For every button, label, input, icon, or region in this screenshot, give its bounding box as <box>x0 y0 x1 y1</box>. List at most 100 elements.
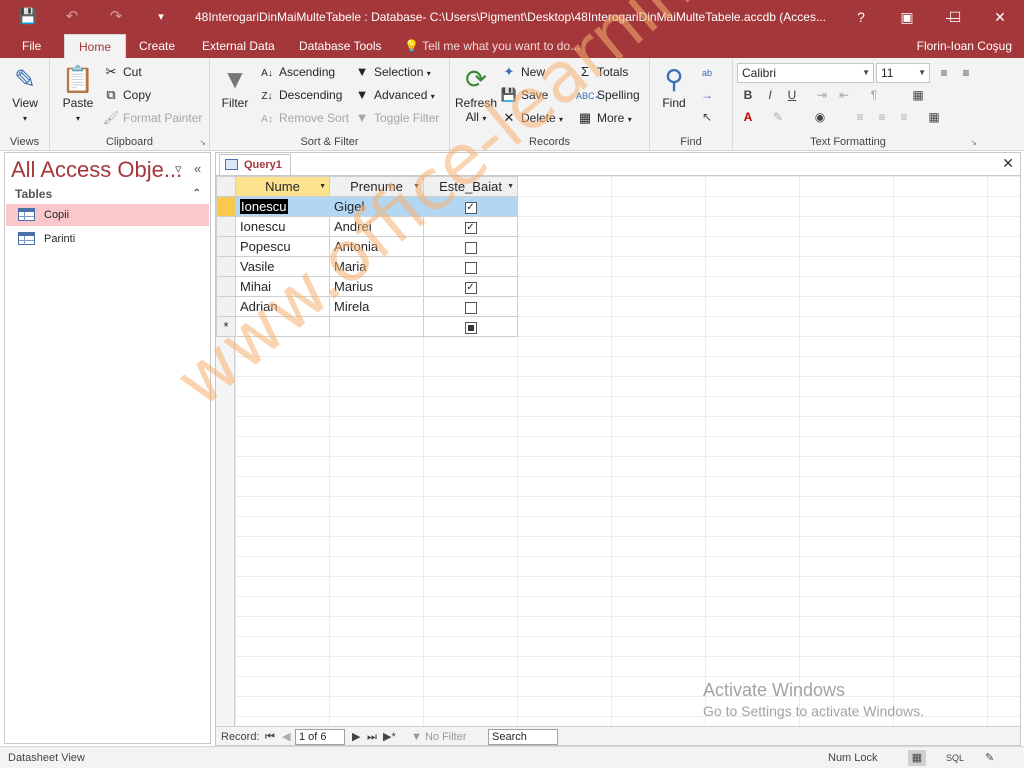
nav-pane-title[interactable]: All Access Obje... <box>11 157 182 183</box>
chevron-down-icon[interactable]: ▼ <box>319 183 326 190</box>
tab-query1[interactable]: Query1 <box>219 154 291 176</box>
tab-home[interactable]: Home <box>64 34 127 58</box>
checkbox-este-baiat[interactable] <box>464 301 477 314</box>
next-record-icon[interactable]: ▶ <box>352 729 360 745</box>
tab-external-data[interactable]: External Data <box>188 34 289 58</box>
restore-icon[interactable]: ☐ <box>940 5 970 29</box>
row-selector[interactable] <box>216 236 236 257</box>
table-row[interactable]: Adrian Mirela <box>216 296 518 317</box>
alt-row-color-icon[interactable]: ▦ <box>925 108 943 126</box>
totals-button[interactable]: Σ Totals <box>576 63 628 81</box>
first-record-icon[interactable]: ⏮ <box>265 729 275 745</box>
column-header-prenume[interactable]: Prenume ▼ <box>329 176 424 197</box>
cell-prenume[interactable]: Gigel <box>329 196 424 217</box>
paragraph-icon[interactable]: ¶ <box>865 86 883 104</box>
cell-prenume[interactable]: Maria <box>329 256 424 277</box>
remove-sort-button[interactable]: A↕ Remove Sort <box>258 109 349 129</box>
column-header-este-baiat[interactable]: Este_Baiat ▼ <box>423 176 518 197</box>
cell-nume[interactable]: Popescu <box>235 236 330 257</box>
chevron-down-icon[interactable]: ▼ <box>507 183 514 190</box>
replace-icon[interactable]: ab <box>698 64 716 82</box>
bold-button[interactable]: B <box>739 86 757 104</box>
nav-item-copii[interactable]: Copii <box>6 204 209 226</box>
checkbox-este-baiat[interactable]: ✓ <box>464 221 477 234</box>
nav-menu-icon[interactable]: ▿ <box>175 161 182 177</box>
shutter-bar-icon[interactable]: « <box>194 161 201 176</box>
row-selector[interactable] <box>216 296 236 317</box>
cell-prenume[interactable]: Marius <box>329 276 424 297</box>
checkbox-new-indeterminate[interactable] <box>464 321 477 334</box>
user-name[interactable]: Florin-Ioan Coşug <box>917 34 1012 58</box>
align-left-icon[interactable]: ≡ <box>851 108 869 126</box>
close-window-icon[interactable]: ✕ <box>985 5 1015 29</box>
view-button[interactable]: ✎ View ▾ <box>8 62 42 126</box>
previous-record-icon[interactable]: ◀ <box>282 729 290 745</box>
table-row[interactable]: Ionescu Gigel ✓ <box>216 196 518 217</box>
fill-color-icon[interactable]: ◉ <box>811 108 829 126</box>
font-size-select[interactable]: 11 ▼ <box>876 63 930 83</box>
cell-prenume[interactable]: Andrei <box>329 216 424 237</box>
cell-este-baiat[interactable] <box>423 316 518 337</box>
font-color-icon[interactable]: A <box>739 108 757 126</box>
tab-create[interactable]: Create <box>125 34 189 58</box>
cell-este-baiat[interactable] <box>423 236 518 257</box>
indent-icon[interactable]: ⇥ <box>813 86 831 104</box>
column-header-nume[interactable]: Nume ▼ <box>235 176 330 197</box>
spelling-button[interactable]: ABC✓Spelling <box>576 86 640 105</box>
numbering-icon[interactable]: ≡ <box>935 64 953 82</box>
search-input[interactable]: Search <box>488 729 558 745</box>
cell-este-baiat[interactable] <box>423 256 518 277</box>
new-record-marker[interactable]: * <box>216 316 236 337</box>
cell-este-baiat[interactable] <box>423 296 518 317</box>
sql-view-button[interactable]: SQL <box>946 750 964 766</box>
cell-nume[interactable] <box>235 316 330 337</box>
row-selector[interactable] <box>216 256 236 277</box>
close-object-icon[interactable]: ✕ <box>1002 155 1014 172</box>
undo-icon[interactable]: ↶ <box>61 7 83 27</box>
cell-nume[interactable]: Mihai <box>235 276 330 297</box>
ascending-button[interactable]: A↓ Ascending <box>258 63 335 83</box>
new-record-nav-icon[interactable]: ▶* <box>383 729 396 745</box>
dialog-launcher-icon[interactable]: ↘ <box>970 138 977 147</box>
no-filter-button[interactable]: ▼ No Filter <box>411 729 467 745</box>
selection-button[interactable]: ▼ Selection ▾ <box>353 63 431 83</box>
cell-nume[interactable]: Ionescu <box>235 216 330 237</box>
checkbox-este-baiat[interactable] <box>464 241 477 254</box>
cell-este-baiat[interactable]: ✓ <box>423 216 518 237</box>
find-button[interactable]: ⚲ Find <box>656 62 692 110</box>
cut-button[interactable]: ✂ Cut <box>102 63 142 81</box>
italic-button[interactable]: I <box>761 86 779 104</box>
cell-este-baiat[interactable]: ✓ <box>423 196 518 217</box>
advanced-button[interactable]: ▼ Advanced ▾ <box>353 86 435 106</box>
ribbon-display-icon[interactable]: ▣ <box>892 5 922 29</box>
delete-record-button[interactable]: ✕ Delete ▾ <box>500 109 564 129</box>
new-record-button[interactable]: ✦ New <box>500 63 545 81</box>
dialog-launcher-icon[interactable]: ↘ <box>199 138 206 147</box>
current-record-field[interactable]: 1 of 6 <box>295 729 345 745</box>
cell-este-baiat[interactable]: ✓ <box>423 276 518 297</box>
tell-me-box[interactable]: 💡 Tell me what you want to do... <box>404 34 580 58</box>
copy-button[interactable]: ⧉ Copy <box>102 86 151 104</box>
save-icon[interactable]: 💾 <box>17 7 39 27</box>
design-view-icon[interactable]: ✎ <box>985 750 994 766</box>
more-button[interactable]: ▦ More ▾ <box>576 109 632 129</box>
cell-nume[interactable]: Vasile <box>235 256 330 277</box>
table-row[interactable]: Popescu Antonia <box>216 236 518 257</box>
cell-prenume[interactable]: Mirela <box>329 296 424 317</box>
goto-icon[interactable]: → <box>698 86 716 104</box>
gridlines-icon[interactable]: ▦ <box>909 86 927 104</box>
align-center-icon[interactable]: ≡ <box>873 108 891 126</box>
nav-item-parinti[interactable]: Parinti <box>6 228 209 250</box>
outdent-icon[interactable]: ⇤ <box>835 86 853 104</box>
select-icon[interactable]: ↖ <box>698 108 716 126</box>
table-row[interactable]: Ionescu Andrei ✓ <box>216 216 518 237</box>
chevron-down-icon[interactable]: ▼ <box>413 183 420 190</box>
nav-section-tables[interactable]: Tables ⌃ <box>6 185 209 203</box>
table-row[interactable]: Vasile Maria <box>216 256 518 277</box>
save-record-button[interactable]: 💾 Save <box>500 86 548 104</box>
redo-icon[interactable]: ↷ <box>105 7 127 27</box>
customize-qat-icon[interactable]: ▾ <box>150 7 172 27</box>
checkbox-este-baiat[interactable]: ✓ <box>464 281 477 294</box>
row-selector[interactable] <box>216 276 236 297</box>
help-button[interactable]: ? <box>846 5 876 29</box>
